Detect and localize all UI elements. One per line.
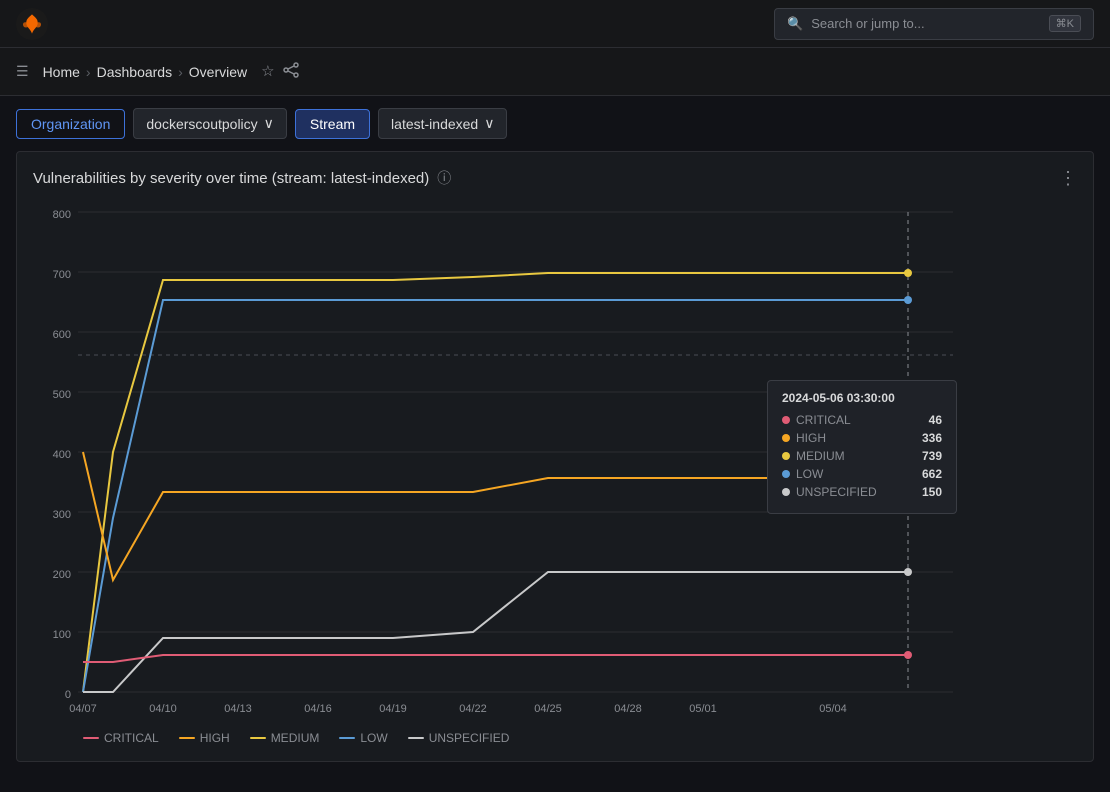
svg-text:04/13: 04/13 — [224, 703, 252, 715]
share-icon[interactable] — [283, 62, 299, 81]
svg-text:700: 700 — [53, 269, 71, 281]
tooltip-value-medium: 739 — [922, 449, 942, 463]
svg-text:04/19: 04/19 — [379, 703, 407, 715]
svg-text:04/28: 04/28 — [614, 703, 642, 715]
tooltip-value-unspecified: 150 — [922, 485, 942, 499]
legend-low: LOW — [339, 731, 387, 745]
tooltip-label-critical: CRITICAL — [796, 413, 915, 427]
info-icon[interactable]: ⓘ — [437, 168, 451, 188]
breadcrumb-current: Overview — [189, 64, 247, 80]
chart-header: Vulnerabilities by severity over time (s… — [33, 168, 1077, 188]
legend-dot-medium — [250, 737, 266, 739]
legend-critical: CRITICAL — [83, 731, 159, 745]
svg-text:04/07: 04/07 — [69, 703, 97, 715]
legend-label-high: HIGH — [200, 731, 230, 745]
svg-text:04/25: 04/25 — [534, 703, 562, 715]
menu-icon[interactable]: ☰ — [16, 63, 29, 80]
svg-text:400: 400 — [53, 449, 71, 461]
filter-bar: Organization dockerscoutpolicy ∨ Stream … — [0, 96, 1110, 151]
policy-label: dockerscoutpolicy — [146, 116, 257, 132]
chart-panel: Vulnerabilities by severity over time (s… — [16, 151, 1094, 762]
svg-text:600: 600 — [53, 329, 71, 341]
svg-text:04/10: 04/10 — [149, 703, 177, 715]
tooltip-value-low: 662 — [922, 467, 942, 481]
indexed-dropdown[interactable]: latest-indexed ∨ — [378, 108, 507, 139]
svg-text:200: 200 — [53, 569, 71, 581]
organization-tab[interactable]: Organization — [16, 109, 125, 139]
tooltip-row-medium: MEDIUM 739 — [782, 449, 942, 463]
breadcrumb-sep2: › — [178, 64, 183, 80]
tooltip-row-critical: CRITICAL 46 — [782, 413, 942, 427]
svg-text:04/22: 04/22 — [459, 703, 487, 715]
tooltip-label-unspecified: UNSPECIFIED — [796, 485, 908, 499]
tooltip-label-high: HIGH — [796, 431, 908, 445]
legend-dot-unspecified — [408, 737, 424, 739]
legend-label-medium: MEDIUM — [271, 731, 320, 745]
tooltip-row-unspecified: UNSPECIFIED 150 — [782, 485, 942, 499]
low-color-dot — [782, 470, 790, 478]
chart-tooltip: 2024-05-06 03:30:00 CRITICAL 46 HIGH 336… — [767, 380, 957, 514]
svg-text:800: 800 — [53, 209, 71, 221]
legend-label-critical: CRITICAL — [104, 731, 159, 745]
topbar: 🔍 Search or jump to... ⌘K — [0, 0, 1110, 48]
chart-legend: CRITICAL HIGH MEDIUM LOW UNSPECIFIED — [33, 731, 1077, 745]
svg-text:05/04: 05/04 — [819, 703, 847, 715]
svg-text:500: 500 — [53, 389, 71, 401]
breadcrumb-sep1: › — [86, 64, 91, 80]
legend-dot-low — [339, 737, 355, 739]
policy-dropdown[interactable]: dockerscoutpolicy ∨ — [133, 108, 287, 139]
breadcrumb-bar: ☰ Home › Dashboards › Overview ☆ — [0, 48, 1110, 96]
tooltip-label-low: LOW — [796, 467, 908, 481]
chart-title: Vulnerabilities by severity over time (s… — [33, 170, 429, 187]
stream-tab[interactable]: Stream — [295, 109, 370, 139]
legend-label-low: LOW — [360, 731, 387, 745]
tooltip-date: 2024-05-06 03:30:00 — [782, 391, 942, 405]
legend-dot-high — [179, 737, 195, 739]
star-icon[interactable]: ☆ — [261, 62, 274, 81]
medium-color-dot — [782, 452, 790, 460]
keyboard-shortcut: ⌘K — [1049, 15, 1081, 32]
high-color-dot — [782, 434, 790, 442]
search-icon: 🔍 — [787, 16, 803, 32]
legend-dot-critical — [83, 737, 99, 739]
tooltip-value-high: 336 — [922, 431, 942, 445]
breadcrumb-home[interactable]: Home — [43, 64, 80, 80]
tooltip-label-medium: MEDIUM — [796, 449, 908, 463]
search-placeholder: Search or jump to... — [811, 16, 924, 31]
search-bar[interactable]: 🔍 Search or jump to... ⌘K — [774, 8, 1094, 40]
grafana-logo[interactable] — [16, 8, 48, 40]
breadcrumb-actions: ☆ — [261, 62, 298, 81]
svg-text:100: 100 — [53, 629, 71, 641]
svg-text:300: 300 — [53, 509, 71, 521]
indexed-label: latest-indexed — [391, 116, 478, 132]
indexed-chevron-icon: ∨ — [484, 115, 494, 132]
unspecified-color-dot — [782, 488, 790, 496]
critical-color-dot — [782, 416, 790, 424]
tooltip-row-high: HIGH 336 — [782, 431, 942, 445]
legend-unspecified: UNSPECIFIED — [408, 731, 510, 745]
breadcrumb-dashboards[interactable]: Dashboards — [97, 64, 173, 80]
policy-chevron-icon: ∨ — [264, 115, 274, 132]
tooltip-row-low: LOW 662 — [782, 467, 942, 481]
svg-text:04/16: 04/16 — [304, 703, 332, 715]
legend-medium: MEDIUM — [250, 731, 320, 745]
chart-area: 800 700 600 500 400 300 200 100 0 04/ — [33, 200, 1077, 723]
chart-menu-button[interactable]: ⋮ — [1059, 169, 1077, 187]
legend-label-unspecified: UNSPECIFIED — [429, 731, 510, 745]
tooltip-value-critical: 46 — [929, 413, 942, 427]
svg-text:0: 0 — [65, 689, 71, 701]
legend-high: HIGH — [179, 731, 230, 745]
svg-text:05/01: 05/01 — [689, 703, 717, 715]
